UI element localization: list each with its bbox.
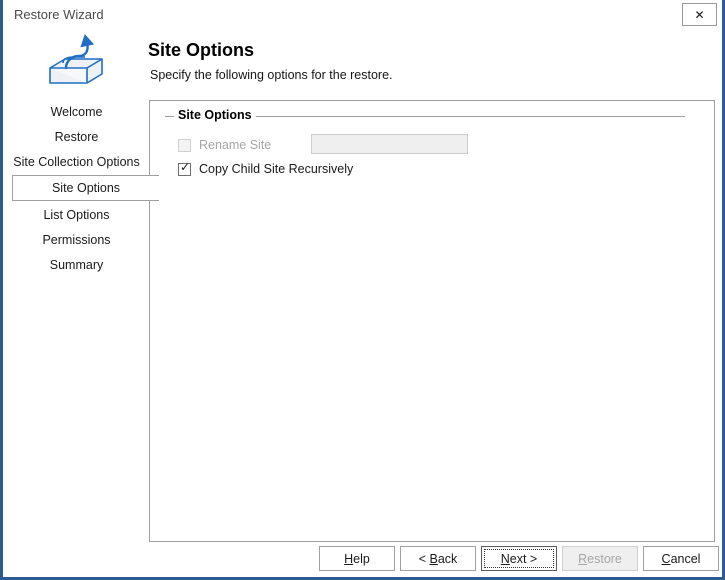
copy-child-site-checkbox[interactable]: ✓ — [178, 159, 191, 176]
site-options-groupbox: Site Options Rename Site ✓ Copy Child Si… — [165, 108, 685, 176]
content-panel: Site Options Rename Site ✓ Copy Child Si… — [149, 100, 715, 542]
cancel-button-label: Cancel — [661, 551, 701, 566]
close-icon[interactable]: ✕ — [682, 3, 717, 26]
restore-box-arrow-icon — [41, 28, 111, 90]
sidebar-item-site-options[interactable]: Site Options — [12, 175, 159, 201]
next-button[interactable]: Next > — [481, 546, 557, 571]
cancel-button[interactable]: Cancel — [643, 546, 719, 571]
groupbox-legend: Site Options — [174, 108, 256, 122]
copy-child-site-row[interactable]: ✓ Copy Child Site Recursively — [178, 159, 353, 176]
restore-wizard-window: Restore Wizard ✕ Site Options Specify th… — [0, 0, 725, 580]
back-button[interactable]: < Back — [400, 546, 476, 571]
window-title: Restore Wizard — [14, 7, 104, 22]
sidebar-item-welcome[interactable]: Welcome — [3, 100, 150, 124]
sidebar-item-permissions[interactable]: Permissions — [3, 228, 150, 252]
sidebar-item-list-options[interactable]: List Options — [3, 203, 150, 227]
rename-site-input — [311, 134, 468, 154]
page-title: Site Options — [148, 40, 255, 60]
restore-button-label: Restore — [578, 551, 622, 566]
restore-button: Restore — [562, 546, 638, 571]
back-button-label: < Back — [418, 551, 458, 566]
title-bar: Restore Wizard ✕ — [3, 0, 722, 29]
copy-child-site-label[interactable]: Copy Child Site Recursively — [199, 162, 353, 176]
next-button-label: Next > — [500, 551, 538, 566]
rename-site-row: Rename Site — [178, 138, 271, 152]
sidebar-item-site-collection-options[interactable]: Site Collection Options — [3, 150, 150, 174]
wizard-steps-sidebar: Welcome Restore Site Collection Options … — [3, 100, 159, 278]
sidebar-item-restore[interactable]: Restore — [3, 125, 150, 149]
rename-site-checkbox — [178, 138, 191, 152]
help-button-label: Help — [344, 551, 370, 566]
page-subtitle: Specify the following options for the re… — [150, 68, 393, 82]
checkmark-icon: ✓ — [180, 159, 191, 174]
button-bar: Help < Back Next > Restore Cancel — [3, 546, 722, 572]
sidebar-item-summary[interactable]: Summary — [3, 253, 150, 277]
help-button[interactable]: Help — [319, 546, 395, 571]
rename-site-label: Rename Site — [199, 138, 272, 152]
